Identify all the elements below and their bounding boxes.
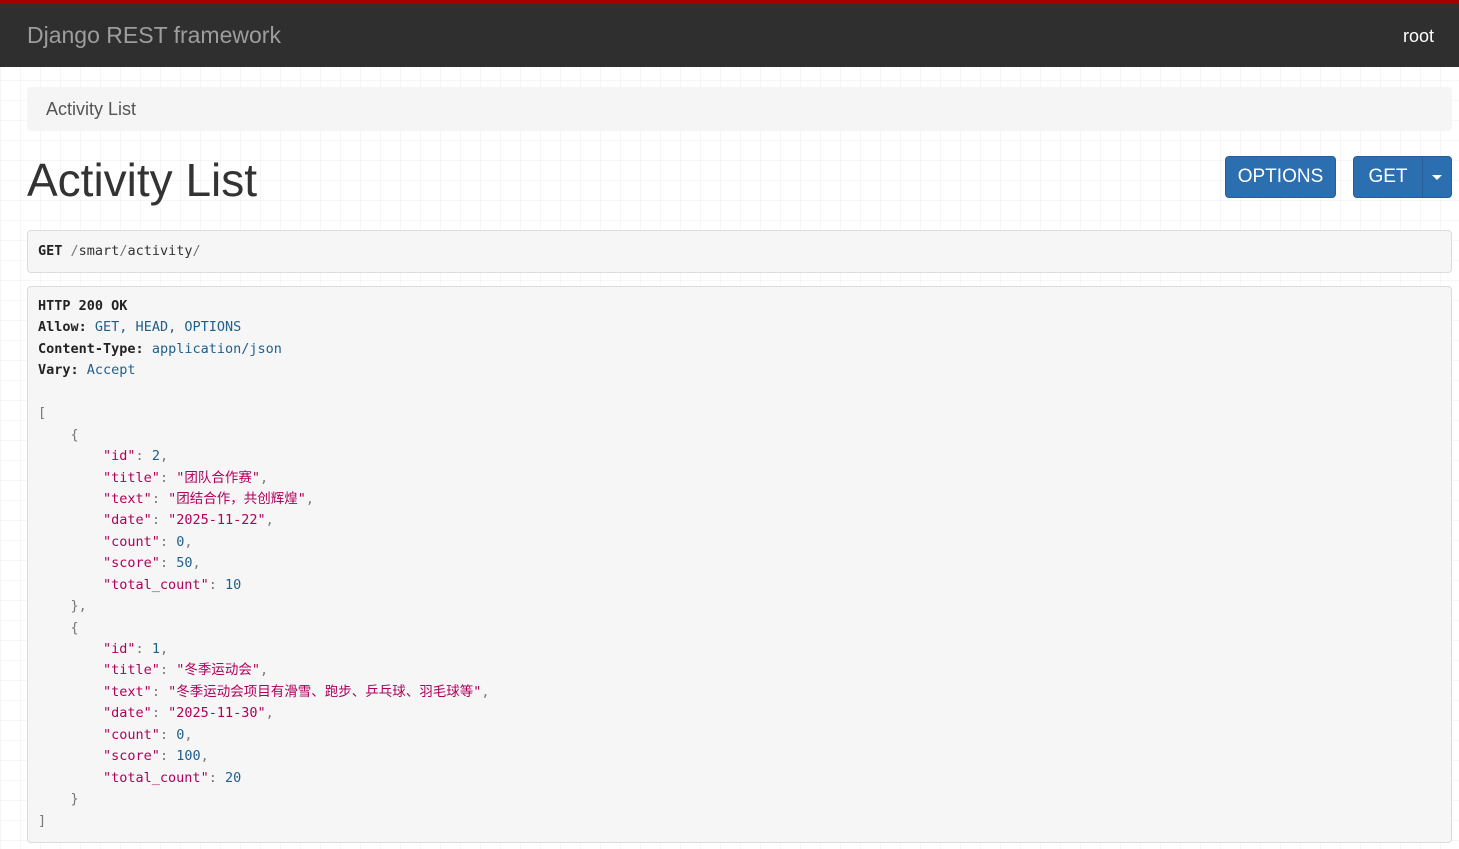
request-method: GET xyxy=(38,243,63,259)
json-field: "score": 50, xyxy=(103,555,201,572)
get-format-dropdown-toggle[interactable] xyxy=(1423,157,1451,197)
json-field: "text": "团结合作，共创辉煌", xyxy=(103,490,314,507)
json-field: "score": 100, xyxy=(103,748,209,765)
response-body: HTTP 200 OK Allow: GET, HEAD, OPTIONS Co… xyxy=(27,286,1452,843)
json-field: "date": "2025-11-22", xyxy=(103,512,274,529)
request-info: GET /smart/activity/ xyxy=(27,230,1452,273)
breadcrumb-item-activity-list[interactable]: Activity List xyxy=(46,99,136,119)
get-button-group: GET xyxy=(1353,156,1452,198)
brand-link[interactable]: Django REST framework xyxy=(27,21,281,49)
response-status-line: HTTP 200 OK xyxy=(38,298,128,314)
breadcrumb: Activity List xyxy=(27,87,1452,131)
caret-down-icon xyxy=(1432,175,1442,180)
response-header: Vary: Accept xyxy=(38,362,136,379)
page-title: Activity List xyxy=(27,154,258,206)
options-button[interactable]: OPTIONS xyxy=(1225,156,1336,198)
json-field: "date": "2025-11-30", xyxy=(103,705,274,722)
json-field: "title": "团队合作赛", xyxy=(103,469,269,486)
json-field: "total_count": 20 xyxy=(103,769,242,786)
json-field: "total_count": 10 xyxy=(103,576,242,593)
json-field: "text": "冬季运动会项目有滑雪、跑步、乒乓球、羽毛球等", xyxy=(103,683,490,700)
json-field: "count": 0, xyxy=(103,533,193,550)
json-field: "title": "冬季运动会", xyxy=(103,662,269,679)
request-path-segment[interactable]: activity xyxy=(127,243,192,259)
json-field: "id": 1, xyxy=(103,641,169,657)
response-header: Content-Type: application/json xyxy=(38,340,282,357)
response-header: Allow: GET, HEAD, OPTIONS xyxy=(38,319,242,336)
json-field: "count": 0, xyxy=(103,726,193,743)
get-button[interactable]: GET xyxy=(1354,157,1423,197)
request-path-segment[interactable]: smart xyxy=(79,243,120,259)
top-navbar: Django REST framework root xyxy=(0,0,1459,67)
json-field: "id": 2, xyxy=(103,448,169,465)
user-menu[interactable]: root xyxy=(1403,25,1434,47)
